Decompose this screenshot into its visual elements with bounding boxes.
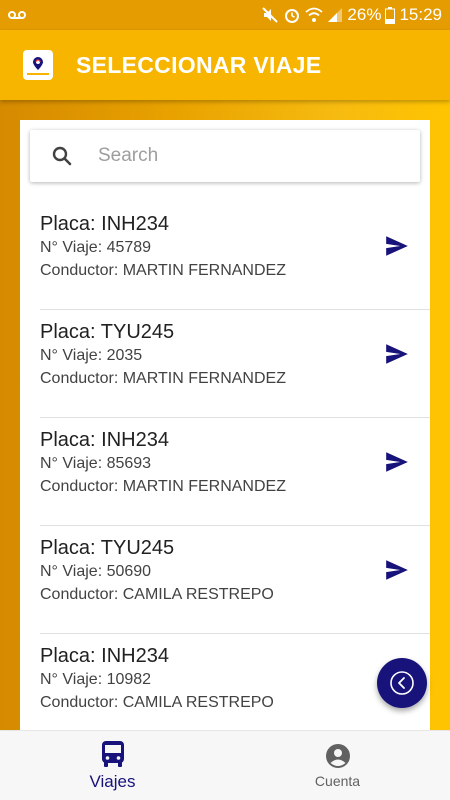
tab-viajes-label: Viajes — [89, 771, 136, 791]
bottom-nav: Viajes Cuenta — [0, 730, 450, 800]
page-title: SELECCIONAR VIAJE — [76, 51, 322, 78]
trip-number: N° Viaje: 2035 — [40, 347, 143, 364]
clock: 15:29 — [399, 5, 442, 24]
send-icon[interactable] — [384, 557, 410, 583]
trip-number: N° Viaje: 45789 — [40, 239, 152, 256]
alarm-icon — [285, 9, 300, 23]
battery-icon — [385, 6, 396, 24]
signal-icon — [328, 8, 343, 22]
status-left — [8, 10, 26, 20]
app-logo — [23, 50, 53, 80]
voicemail-icon — [8, 11, 26, 19]
wifi-icon — [305, 7, 324, 22]
trip-driver: Conductor: MARTIN FERNANDEZ — [40, 370, 286, 387]
account-icon — [325, 743, 350, 768]
status-bar: 26% 15:29 — [0, 0, 450, 30]
list-item[interactable]: Placa: INH234 N° Viaje: 85693 Conductor:… — [40, 418, 430, 526]
trip-number: N° Viaje: 85693 — [40, 455, 152, 472]
trip-plate: Placa: TYU245 — [40, 321, 175, 343]
tab-cuenta[interactable]: Cuenta — [225, 731, 450, 800]
search-input[interactable] — [98, 145, 378, 167]
send-icon[interactable] — [384, 341, 410, 367]
list-item[interactable]: Placa: INH234 N° Viaje: 10982 Conductor:… — [40, 634, 430, 730]
mute-icon — [262, 7, 279, 23]
send-icon[interactable] — [384, 449, 410, 475]
send-icon[interactable] — [384, 233, 410, 259]
list-item[interactable]: Placa: TYU245 N° Viaje: 2035 Conductor: … — [40, 310, 430, 418]
bus-icon — [101, 740, 124, 767]
tab-viajes[interactable]: Viajes — [0, 731, 225, 800]
list-item[interactable]: Placa: TYU245 N° Viaje: 50690 Conductor:… — [40, 526, 430, 634]
trip-list: Placa: INH234 N° Viaje: 45789 Conductor:… — [20, 202, 430, 730]
location-pin-icon — [33, 56, 43, 70]
trip-driver: Conductor: MARTIN FERNANDEZ — [40, 478, 286, 495]
trip-plate: Placa: INH234 — [40, 429, 169, 451]
trip-driver: Conductor: MARTIN FERNANDEZ — [40, 262, 286, 279]
list-item[interactable]: Placa: INH234 N° Viaje: 45789 Conductor:… — [40, 202, 430, 310]
trip-plate: Placa: INH234 — [40, 213, 169, 235]
back-button[interactable] — [377, 658, 427, 708]
trip-number: N° Viaje: 10982 — [40, 671, 152, 688]
trip-plate: Placa: TYU245 — [40, 537, 175, 559]
tab-cuenta-label: Cuenta — [314, 772, 361, 789]
battery-percent: 26% — [347, 5, 382, 24]
search-icon[interactable] — [50, 144, 74, 168]
status-right: 26% 15:29 — [261, 5, 442, 25]
app-bar: SELECCIONAR VIAJE — [0, 30, 450, 100]
search-bar[interactable] — [30, 130, 420, 182]
chevron-left-circle-icon — [390, 671, 414, 695]
logo-bar — [27, 72, 49, 75]
trip-plate: Placa: INH234 — [40, 645, 169, 667]
trip-card: Placa: INH234 N° Viaje: 45789 Conductor:… — [20, 120, 430, 730]
trip-driver: Conductor: CAMILA RESTREPO — [40, 586, 274, 603]
trip-number: N° Viaje: 50690 — [40, 563, 152, 580]
trip-driver: Conductor: CAMILA RESTREPO — [40, 694, 274, 711]
